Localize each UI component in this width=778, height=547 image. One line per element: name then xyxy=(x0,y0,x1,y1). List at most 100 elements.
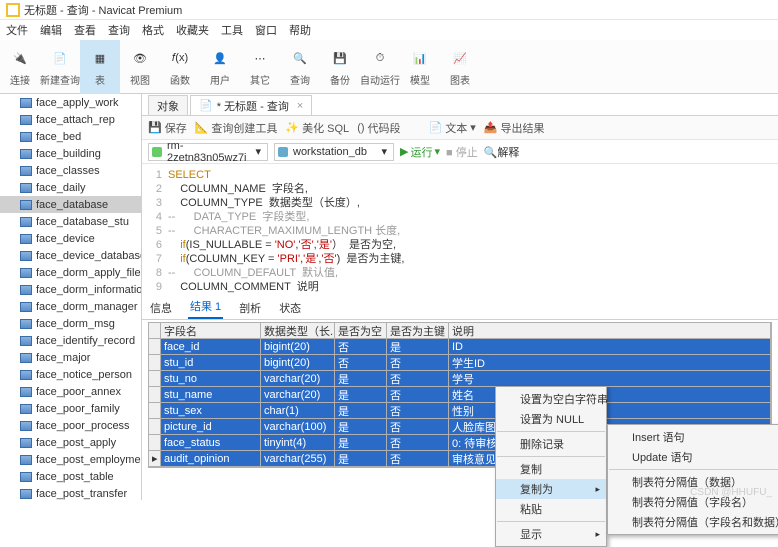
toolbar-user-button[interactable]: 👤用户 xyxy=(200,40,240,94)
grid-row[interactable]: stu_novarchar(20)是否学号 xyxy=(149,371,771,387)
subtab-3[interactable]: 状态 xyxy=(277,297,303,319)
table-icon xyxy=(20,132,32,142)
table-row[interactable]: face_dorm_manager xyxy=(0,298,141,315)
table-row[interactable]: face_dorm_information xyxy=(0,281,141,298)
table-list-sidebar[interactable]: face_apply_workface_attach_repface_bedfa… xyxy=(0,94,142,500)
table-row[interactable]: face_attach_rep xyxy=(0,111,141,128)
toolbar-fx-button[interactable]: 𝑓(x)函数 xyxy=(160,40,200,94)
table-row[interactable]: face_identify_record xyxy=(0,332,141,349)
context-menu[interactable]: 设置为空白字符串设置为 NULL 删除记录复制复制为粘贴显示 xyxy=(495,386,607,547)
chart-icon: 📈 xyxy=(448,46,472,70)
table-row[interactable]: face_poor_family xyxy=(0,400,141,417)
grid-row[interactable]: stu_idbigint(20)否否学生ID xyxy=(149,355,771,371)
menu-格式[interactable]: 格式 xyxy=(142,22,164,38)
menu-item[interactable]: Update 语句 xyxy=(608,447,778,467)
table-icon xyxy=(20,98,32,108)
grid-row[interactable]: stu_namevarchar(20)是否姓名 xyxy=(149,387,771,403)
col-header[interactable]: 说明 xyxy=(449,323,771,339)
col-header[interactable]: 是否为主键 xyxy=(387,323,449,339)
table-row[interactable]: face_poor_annex xyxy=(0,383,141,400)
table-row[interactable]: face_database xyxy=(0,196,141,213)
code-snippet-button[interactable]: ()代码段 xyxy=(357,120,400,136)
export-result-button[interactable]: 📤 导出结果 xyxy=(484,120,545,136)
menu-查询[interactable]: 查询 xyxy=(108,22,130,38)
server-select[interactable]: rm-2zetn83n05wz7i▾ xyxy=(148,143,268,161)
query-builder-button[interactable]: 📐 查询创建工具 xyxy=(195,120,278,136)
toolbar-chart-button[interactable]: 📈图表 xyxy=(440,40,480,94)
menu-文件[interactable]: 文件 xyxy=(6,22,28,38)
menu-收藏夹[interactable]: 收藏夹 xyxy=(176,22,209,38)
table-row[interactable]: face_bed xyxy=(0,128,141,145)
table-row[interactable]: face_post_table xyxy=(0,468,141,485)
subtab-2[interactable]: 剖析 xyxy=(237,297,263,319)
menu-item[interactable]: 设置为 NULL xyxy=(496,409,606,429)
run-button[interactable]: ▶ 运行 ▾ xyxy=(400,144,440,160)
table-row[interactable]: face_dorm_apply_file xyxy=(0,264,141,281)
menu-工具[interactable]: 工具 xyxy=(221,22,243,38)
table-row[interactable]: face_notice_person xyxy=(0,366,141,383)
window-title: 无标题 - 查询 - Navicat Premium xyxy=(24,2,182,18)
menu-查看[interactable]: 查看 xyxy=(74,22,96,38)
toolbar-model-button[interactable]: 📊模型 xyxy=(400,40,440,94)
save-button[interactable]: 💾 保存 xyxy=(148,120,187,136)
menu-帮助[interactable]: 帮助 xyxy=(289,22,311,38)
toolbar-backup-button[interactable]: 💾备份 xyxy=(320,40,360,94)
col-header[interactable]: 数据类型（长. xyxy=(261,323,335,339)
menu-item[interactable]: 复制 xyxy=(496,459,606,479)
close-tab-icon[interactable]: × xyxy=(297,100,303,112)
table-row[interactable]: face_device_database xyxy=(0,247,141,264)
menu-item[interactable]: 设置为空白字符串 xyxy=(496,389,606,409)
grid-row[interactable]: face_idbigint(20)否是ID xyxy=(149,339,771,355)
beautify-sql-button[interactable]: ✨ 美化 SQL xyxy=(285,120,349,136)
table-icon xyxy=(20,234,32,244)
table-icon: ▦ xyxy=(88,46,112,70)
table-row[interactable]: face_major xyxy=(0,349,141,366)
toolbar-newq-button[interactable]: 📄新建查询 xyxy=(40,40,80,94)
table-row[interactable]: face_post_transfer xyxy=(0,485,141,500)
tab-objects[interactable]: 对象 xyxy=(148,95,188,115)
toolbar-auto-button[interactable]: ⏱自动运行 xyxy=(360,40,400,94)
menu-编辑[interactable]: 编辑 xyxy=(40,22,62,38)
table-icon xyxy=(20,268,32,278)
table-row[interactable]: face_classes xyxy=(0,162,141,179)
table-row[interactable]: face_device xyxy=(0,230,141,247)
table-row[interactable]: face_apply_work xyxy=(0,94,141,111)
subtab-1[interactable]: 结果 1 xyxy=(188,295,223,319)
table-row[interactable]: face_database_stu xyxy=(0,213,141,230)
explain-button[interactable]: 🔍解释 xyxy=(484,144,520,160)
stop-button[interactable]: ■ 停止 xyxy=(446,144,478,160)
table-row[interactable]: face_dorm_msg xyxy=(0,315,141,332)
sql-editor[interactable]: 1SELECT2 COLUMN_NAME 字段名,3 COLUMN_TYPE 数… xyxy=(142,164,778,294)
table-row[interactable]: face_post_apply xyxy=(0,434,141,451)
col-header[interactable]: 是否为空 xyxy=(335,323,387,339)
table-row[interactable]: face_post_employment xyxy=(0,451,141,468)
table-row[interactable]: face_daily xyxy=(0,179,141,196)
menu-item[interactable]: 复制为 xyxy=(496,479,606,499)
context-submenu[interactable]: Insert 语句Update 语句制表符分隔值（数据）制表符分隔值（字段名）制… xyxy=(607,424,778,535)
table-icon xyxy=(20,370,32,380)
menu-item[interactable]: 粘贴 xyxy=(496,499,606,519)
menu-item[interactable]: 删除记录 xyxy=(496,434,606,454)
menu-item[interactable]: 制表符分隔值（字段名和数据） xyxy=(608,512,778,532)
toolbar-plug-button[interactable]: 🔌连接 xyxy=(0,40,40,94)
table-row[interactable]: face_building xyxy=(0,145,141,162)
database-select[interactable]: workstation_db▾ xyxy=(274,143,394,161)
text-button[interactable]: 📄 文本 ▾ xyxy=(429,120,476,136)
tab-query[interactable]: 📄 * 无标题 - 查询 × xyxy=(190,95,312,115)
toolbar-table-button[interactable]: ▦表 xyxy=(80,40,120,94)
toolbar-other-button[interactable]: ⋯其它 xyxy=(240,40,280,94)
menu-窗口[interactable]: 窗口 xyxy=(255,22,277,38)
toolbar-view-button[interactable]: 👁视图 xyxy=(120,40,160,94)
watermark: CSDN @HHUFU_ xyxy=(690,487,772,498)
toolbar-query-button[interactable]: 🔍查询 xyxy=(280,40,320,94)
table-icon xyxy=(20,353,32,363)
table-row[interactable]: face_poor_process xyxy=(0,417,141,434)
table-icon xyxy=(20,472,32,482)
table-icon xyxy=(20,438,32,448)
menu-item[interactable]: Insert 语句 xyxy=(608,427,778,447)
subtab-0[interactable]: 信息 xyxy=(148,297,174,319)
col-header[interactable]: 字段名 xyxy=(161,323,261,339)
table-icon xyxy=(20,319,32,329)
grid-row[interactable]: stu_sexchar(1)是否性别 xyxy=(149,403,771,419)
menu-item[interactable]: 显示 xyxy=(496,524,606,544)
